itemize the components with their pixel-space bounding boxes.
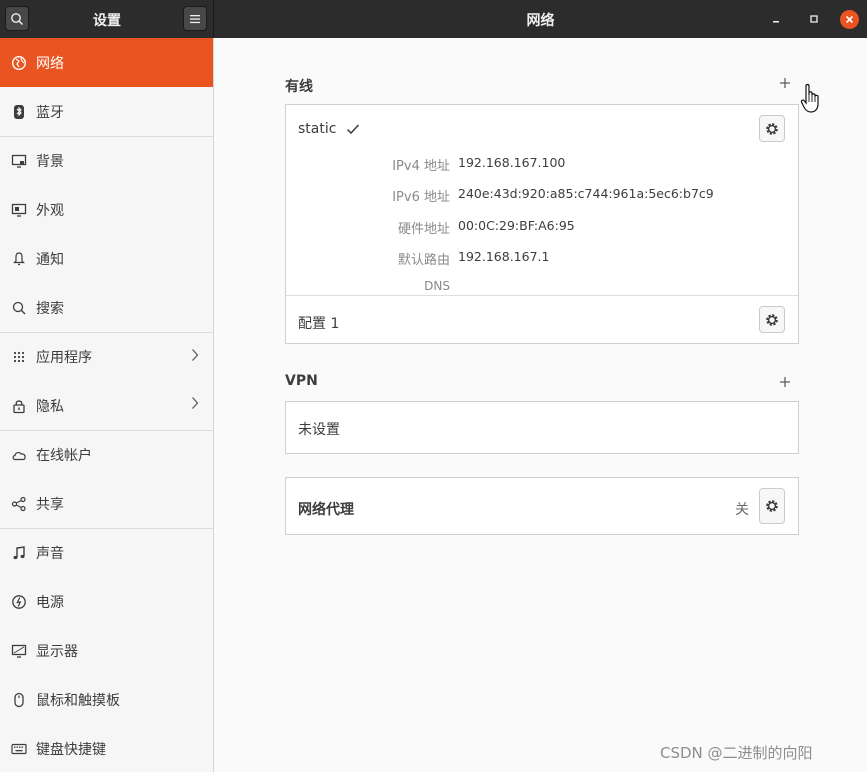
display-icon (10, 642, 28, 660)
main-content: 有线 static IPv4 地址 192.168.167.100 IPv6 地… (215, 38, 867, 772)
sidebar-item-label: 声音 (36, 546, 64, 562)
connection-settings-button[interactable] (759, 115, 785, 142)
profile-settings-button[interactable] (759, 306, 785, 333)
sidebar-item-displays[interactable]: 显示器 (0, 626, 213, 675)
maximize-button[interactable] (804, 9, 824, 29)
sidebar-header: 设置 (0, 0, 214, 38)
minimize-icon (773, 21, 779, 23)
sidebar-item-bluetooth[interactable]: 蓝牙 (0, 87, 213, 136)
proxy-settings-button[interactable] (759, 488, 785, 524)
sidebar-item-label: 键盘快捷键 (36, 741, 106, 758)
share-icon (10, 495, 28, 513)
vpn-card: 未设置 (285, 401, 799, 454)
keyboard-icon (10, 740, 28, 758)
sidebar-item-network[interactable]: 网络 (0, 38, 213, 87)
sidebar-item-label: 应用程序 (36, 350, 92, 366)
sidebar-item-background[interactable]: 背景 (0, 136, 213, 185)
card-divider (286, 295, 798, 296)
default-route-value: 192.168.167.1 (458, 249, 550, 264)
music-note-icon (10, 544, 28, 562)
chevron-right-icon (191, 396, 199, 414)
sidebar-item-label: 搜索 (36, 300, 64, 317)
sidebar-item-sharing[interactable]: 共享 (0, 479, 213, 528)
default-route-label: 默认路由 (397, 253, 450, 268)
sidebar-item-mouse[interactable]: 鼠标和触摸板 (0, 675, 213, 724)
plus-icon (780, 377, 790, 387)
sidebar-item-label: 网络 (36, 55, 64, 72)
apps-grid-icon (10, 348, 28, 366)
chevron-right-icon (191, 348, 199, 366)
sidebar-item-label: 电源 (36, 594, 64, 611)
minimize-button[interactable] (766, 9, 786, 29)
sidebar-item-notifications[interactable]: 通知 (0, 234, 213, 283)
ipv6-value: 240e:43d:920:a85:c744:961a:5ec6:b7c9 (458, 186, 714, 201)
watermark: CSDN @二进制的向阳 (660, 744, 813, 762)
sidebar-item-applications[interactable]: 应用程序 (0, 332, 213, 381)
sidebar-item-power[interactable]: 电源 (0, 577, 213, 626)
bell-icon (10, 250, 28, 268)
wired-section-title: 有线 (285, 79, 313, 95)
header-bar: 设置 网络 (0, 0, 867, 38)
close-icon (845, 15, 854, 24)
proxy-title: 网络代理 (298, 502, 354, 518)
plus-icon (780, 78, 790, 88)
network-globe-icon (10, 54, 28, 72)
close-button[interactable] (840, 10, 859, 29)
gear-icon (766, 500, 778, 512)
settings-title: 设置 (93, 13, 121, 29)
hamburger-icon (190, 14, 200, 23)
sidebar-item-label: 共享 (36, 496, 64, 513)
appearance-icon (10, 201, 28, 219)
gear-icon (766, 122, 778, 135)
sidebar-item-label: 蓝牙 (36, 104, 64, 121)
sidebar-item-online-accounts[interactable]: 在线帐户 (0, 430, 213, 479)
bluetooth-icon (10, 103, 28, 121)
sidebar-item-appearance[interactable]: 外观 (0, 185, 213, 234)
sidebar-item-privacy[interactable]: 隐私 (0, 381, 213, 430)
hand-cursor-icon (800, 82, 822, 120)
ipv6-label: IPv6 地址 (392, 190, 450, 205)
power-icon (10, 593, 28, 611)
cloud-icon (10, 446, 28, 464)
checkmark-icon (347, 124, 360, 135)
gear-icon (766, 313, 778, 326)
add-vpn-button[interactable] (779, 374, 791, 392)
vpn-section-title: VPN (285, 373, 318, 389)
sidebar-item-label: 通知 (36, 251, 64, 268)
add-wired-button[interactable] (779, 75, 791, 93)
mouse-icon (10, 691, 28, 709)
search-icon (10, 299, 28, 317)
vpn-empty-label: 未设置 (298, 422, 340, 438)
ipv4-label: IPv4 地址 (392, 159, 450, 174)
proxy-card[interactable]: 网络代理 关 (285, 477, 799, 535)
connection-row[interactable]: static (298, 121, 360, 137)
maximize-icon (810, 15, 818, 23)
hardware-address-label: 硬件地址 (397, 222, 450, 237)
sidebar-item-label: 鼠标和触摸板 (36, 692, 120, 709)
sidebar-item-label: 外观 (36, 202, 64, 219)
connection-name: static (298, 121, 337, 137)
ipv4-value: 192.168.167.100 (458, 155, 566, 170)
sidebar-item-label: 在线帐户 (36, 448, 92, 464)
sidebar: 网络 蓝牙 背景 外观 通知 搜索 应用程序 隐私 在线帐户 共享 声音 电源 … (0, 38, 214, 772)
sidebar-item-label: 背景 (36, 154, 64, 170)
sidebar-item-label: 显示器 (36, 643, 78, 660)
lock-icon (10, 397, 28, 415)
sidebar-item-keyboard[interactable]: 键盘快捷键 (0, 724, 213, 772)
background-monitor-icon (10, 152, 28, 170)
sidebar-item-search[interactable]: 搜索 (0, 283, 213, 332)
wired-connection-card: static IPv4 地址 192.168.167.100 IPv6 地址 2… (285, 104, 799, 344)
sidebar-item-sound[interactable]: 声音 (0, 528, 213, 577)
profile-name[interactable]: 配置 1 (298, 313, 339, 333)
sidebar-item-label: 隐私 (36, 398, 64, 415)
dns-label: DNS (424, 279, 450, 293)
menu-button[interactable] (183, 6, 207, 31)
proxy-status: 关 (735, 502, 749, 518)
hardware-address-value: 00:0C:29:BF:A6:95 (458, 218, 575, 233)
